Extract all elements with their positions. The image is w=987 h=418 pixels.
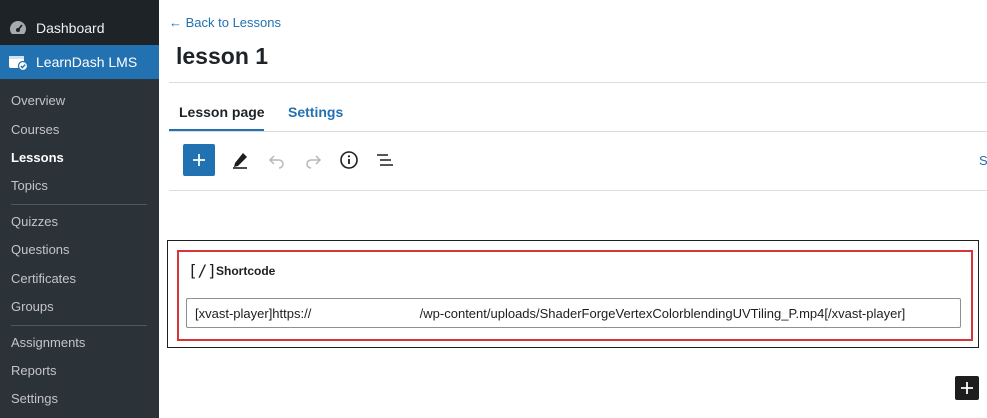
save-draft-link-truncated[interactable]: S [979,153,987,168]
tab-settings[interactable]: Settings [288,104,343,120]
divider [169,82,987,83]
submenu-item-quizzes[interactable]: Quizzes [11,214,58,230]
menu-item-learndash[interactable]: LearnDash LMS [0,45,159,79]
redo-button[interactable] [301,148,325,172]
pencil-icon [233,153,247,169]
shortcode-label: Shortcode [216,264,276,278]
tab-lesson-page[interactable]: Lesson page [179,104,265,120]
add-block-inline-button[interactable] [955,376,979,400]
submenu-item-groups[interactable]: Groups [11,299,54,315]
add-block-button[interactable] [183,144,215,176]
submenu-item-assignments[interactable]: Assignments [11,335,85,351]
submenu-item-lessons[interactable]: Lessons [11,150,64,166]
list-view-button[interactable] [373,148,397,172]
shortcode-input[interactable] [186,298,961,328]
learndash-icon [0,53,36,71]
menu-item-learndash-label: LearnDash LMS [36,54,138,70]
menu-item-dashboard-label: Dashboard [36,20,105,36]
shortcode-icon: [/] [188,261,217,280]
back-to-lessons-link[interactable]: ← Back to Lessons [169,15,281,30]
undo-button[interactable] [265,148,289,172]
submenu-separator [11,325,147,326]
list-view-icon [377,154,393,166]
plus-icon [193,154,205,166]
submenu-item-reports[interactable]: Reports [11,363,57,379]
submenu-separator [11,204,147,205]
divider [169,131,987,132]
page-title: lesson 1 [176,43,269,69]
submenu-item-courses[interactable]: Courses [11,122,59,138]
info-icon [340,151,358,169]
learndash-submenu: Overview Courses Lessons Topics Quizzes … [0,79,159,418]
submenu-item-questions[interactable]: Questions [11,242,70,258]
plus-icon [961,382,973,394]
submenu-item-settings[interactable]: Settings [11,391,58,407]
submenu-item-certificates[interactable]: Certificates [11,271,76,287]
admin-sidebar: Dashboard LearnDash LMS Overview Courses… [0,0,159,418]
tools-button[interactable] [228,148,252,172]
submenu-item-topics[interactable]: Topics [11,178,48,194]
menu-item-dashboard[interactable]: Dashboard [0,10,159,46]
details-button[interactable] [337,148,361,172]
divider [169,190,987,191]
redo-icon [306,155,322,169]
undo-icon [268,155,284,169]
dashboard-gauge-icon [0,18,36,38]
submenu-item-overview[interactable]: Overview [11,93,65,109]
